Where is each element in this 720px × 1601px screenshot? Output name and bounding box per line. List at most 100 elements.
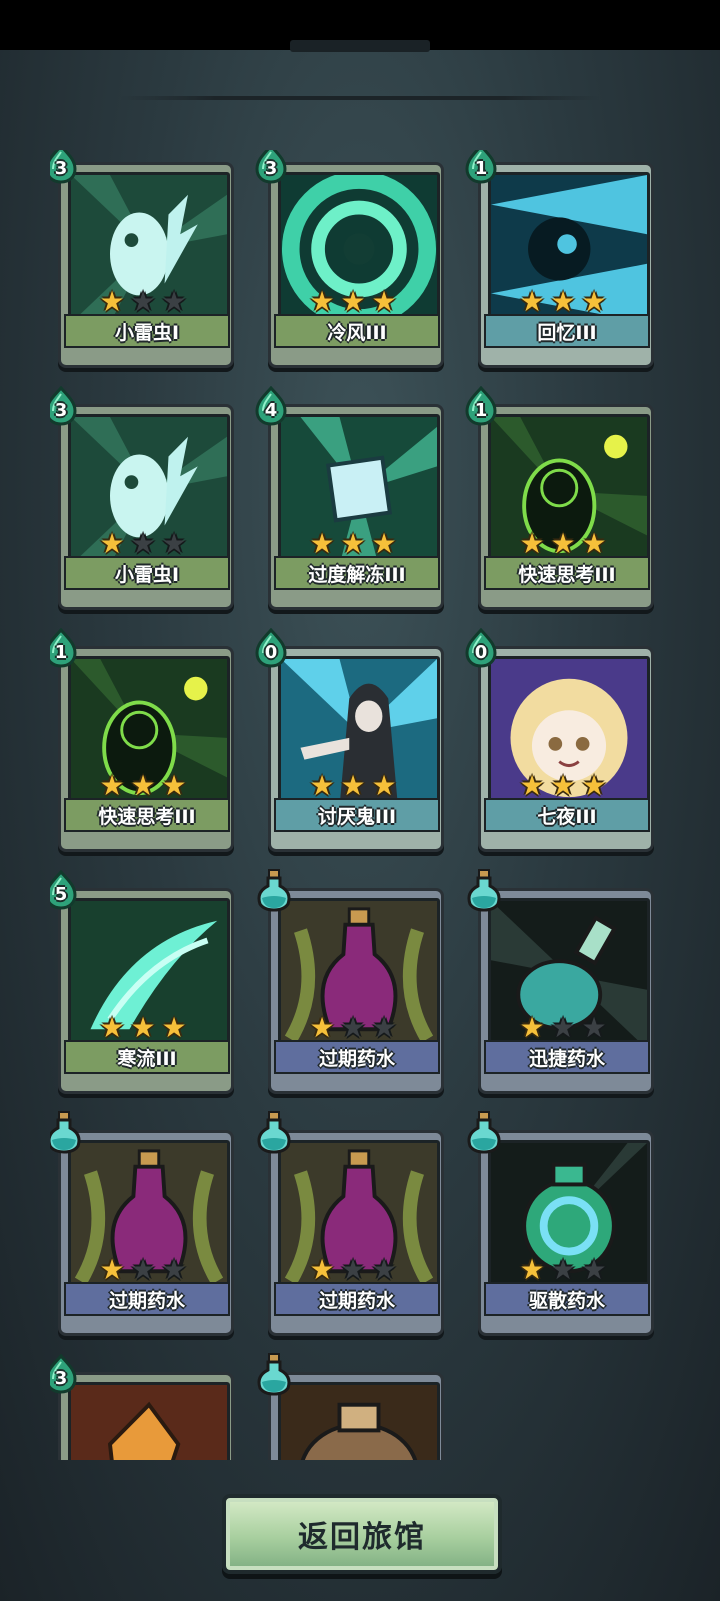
star-empty-icon: ★	[130, 1253, 156, 1286]
potion-card[interactable]: ★ ★ ★ 驱散药水	[467, 1111, 656, 1337]
star-rating: ★ ★ ★	[470, 1014, 656, 1042]
star-filled-icon: ★	[581, 527, 607, 560]
card-name: 讨厌鬼III	[274, 798, 440, 832]
energy-cost-badge: 0	[464, 628, 498, 668]
skill-card[interactable]: ★ ★ ★ 过度解冻III 4	[255, 386, 446, 611]
energy-cost-badge: 3	[254, 150, 288, 184]
star-filled-icon: ★	[550, 769, 576, 802]
potion-flask-icon	[254, 1352, 294, 1396]
page-title-shadow	[290, 40, 430, 52]
energy-cost-value: 3	[264, 158, 278, 179]
potion-card[interactable]	[257, 1353, 446, 1460]
card-name: 快速思考III	[484, 556, 650, 590]
return-to-inn-button[interactable]: 返回旅馆	[222, 1494, 502, 1574]
potion-card[interactable]: ★ ★ ★ 迅捷药水	[467, 869, 656, 1095]
potion-card[interactable]: ★ ★ ★ 过期药水	[257, 1111, 446, 1337]
star-filled-icon: ★	[161, 769, 187, 802]
star-filled-icon: ★	[340, 769, 366, 802]
skill-card[interactable]: 3	[50, 1354, 236, 1460]
card-name: 寒流III	[64, 1040, 230, 1074]
energy-cost-value: 0	[474, 642, 488, 663]
title-divider	[120, 96, 600, 100]
star-empty-icon: ★	[371, 1011, 397, 1044]
star-filled-icon: ★	[371, 285, 397, 318]
potion-card[interactable]: ★ ★ ★ 过期药水	[50, 1111, 236, 1337]
star-empty-icon: ★	[161, 527, 187, 560]
star-rating: ★ ★ ★	[470, 530, 656, 558]
skill-card[interactable]: ★ ★ ★ 小雷虫I 3	[50, 386, 236, 611]
star-filled-icon: ★	[519, 527, 545, 560]
star-rating: ★ ★ ★	[470, 1256, 656, 1284]
star-filled-icon: ★	[309, 285, 335, 318]
card-name: 小雷虫I	[64, 556, 230, 590]
card-name: 过期药水	[274, 1040, 440, 1074]
star-empty-icon: ★	[130, 285, 156, 318]
star-empty-icon: ★	[550, 1253, 576, 1286]
star-filled-icon: ★	[519, 1011, 545, 1044]
star-rating: ★ ★ ★	[260, 288, 446, 316]
star-filled-icon: ★	[130, 769, 156, 802]
card-name: 冷风III	[274, 314, 440, 348]
energy-cost-value: 1	[54, 642, 68, 663]
potion-flask-icon	[254, 1110, 294, 1154]
star-empty-icon: ★	[581, 1011, 607, 1044]
card-name: 过期药水	[274, 1282, 440, 1316]
star-rating: ★ ★ ★	[260, 530, 446, 558]
skill-card[interactable]: ★ ★ ★ 小雷虫I 3	[50, 150, 236, 369]
star-filled-icon: ★	[340, 527, 366, 560]
star-empty-icon: ★	[161, 1253, 187, 1286]
star-empty-icon: ★	[130, 527, 156, 560]
card-name: 回忆III	[484, 314, 650, 348]
star-rating: ★ ★ ★	[50, 1256, 236, 1284]
star-filled-icon: ★	[581, 769, 607, 802]
star-filled-icon: ★	[99, 1253, 125, 1286]
star-filled-icon: ★	[550, 527, 576, 560]
star-filled-icon: ★	[309, 1011, 335, 1044]
star-rating: ★ ★ ★	[50, 772, 236, 800]
card-name: 小雷虫I	[64, 314, 230, 348]
potion-icon	[278, 1382, 440, 1460]
potion-flask-icon	[464, 868, 504, 912]
star-empty-icon: ★	[340, 1011, 366, 1044]
card-name: 驱散药水	[484, 1282, 650, 1316]
energy-cost-value: 5	[54, 884, 68, 905]
skill-card[interactable]: ★ ★ ★ 冷风III 3	[255, 150, 446, 369]
star-filled-icon: ★	[99, 527, 125, 560]
energy-cost-badge: 4	[254, 386, 288, 426]
card-name: 快速思考III	[64, 798, 230, 832]
energy-cost-badge: 3	[50, 150, 78, 184]
potion-card[interactable]: ★ ★ ★ 过期药水	[257, 869, 446, 1095]
star-filled-icon: ★	[371, 527, 397, 560]
star-filled-icon: ★	[99, 769, 125, 802]
star-filled-icon: ★	[130, 1011, 156, 1044]
star-rating: ★ ★ ★	[260, 1256, 446, 1284]
skill-card[interactable]: ★ ★ ★ 寒流III 5	[50, 870, 236, 1095]
energy-cost-value: 3	[54, 400, 68, 421]
star-empty-icon: ★	[371, 1253, 397, 1286]
card-name: 过度解冻III	[274, 556, 440, 590]
star-filled-icon: ★	[309, 1253, 335, 1286]
skill-card[interactable]: ★ ★ ★ 快速思考III 1	[50, 628, 236, 853]
energy-cost-value: 1	[474, 400, 488, 421]
star-rating: ★ ★ ★	[50, 1014, 236, 1042]
energy-cost-value: 3	[54, 1368, 68, 1389]
star-empty-icon: ★	[550, 1011, 576, 1044]
energy-cost-badge: 0	[254, 628, 288, 668]
energy-cost-value: 1	[474, 158, 488, 179]
star-filled-icon: ★	[519, 285, 545, 318]
card-name: 过期药水	[64, 1282, 230, 1316]
star-filled-icon: ★	[519, 769, 545, 802]
energy-cost-badge: 3	[50, 386, 78, 426]
potion-flask-icon	[254, 868, 294, 912]
skill-card[interactable]: ★ ★ ★ 七夜III 0	[465, 628, 656, 853]
skill-card[interactable]: ★ ★ ★ 快速思考III 1	[465, 386, 656, 611]
skill-card[interactable]: ★ ★ ★ 回忆III 1	[465, 150, 656, 369]
star-filled-icon: ★	[99, 285, 125, 318]
star-empty-icon: ★	[161, 285, 187, 318]
star-empty-icon: ★	[581, 1253, 607, 1286]
star-filled-icon: ★	[550, 285, 576, 318]
energy-cost-value: 0	[264, 642, 278, 663]
star-filled-icon: ★	[309, 769, 335, 802]
potion-flask-icon	[464, 1110, 504, 1154]
skill-card[interactable]: ★ ★ ★ 讨厌鬼III 0	[255, 628, 446, 853]
